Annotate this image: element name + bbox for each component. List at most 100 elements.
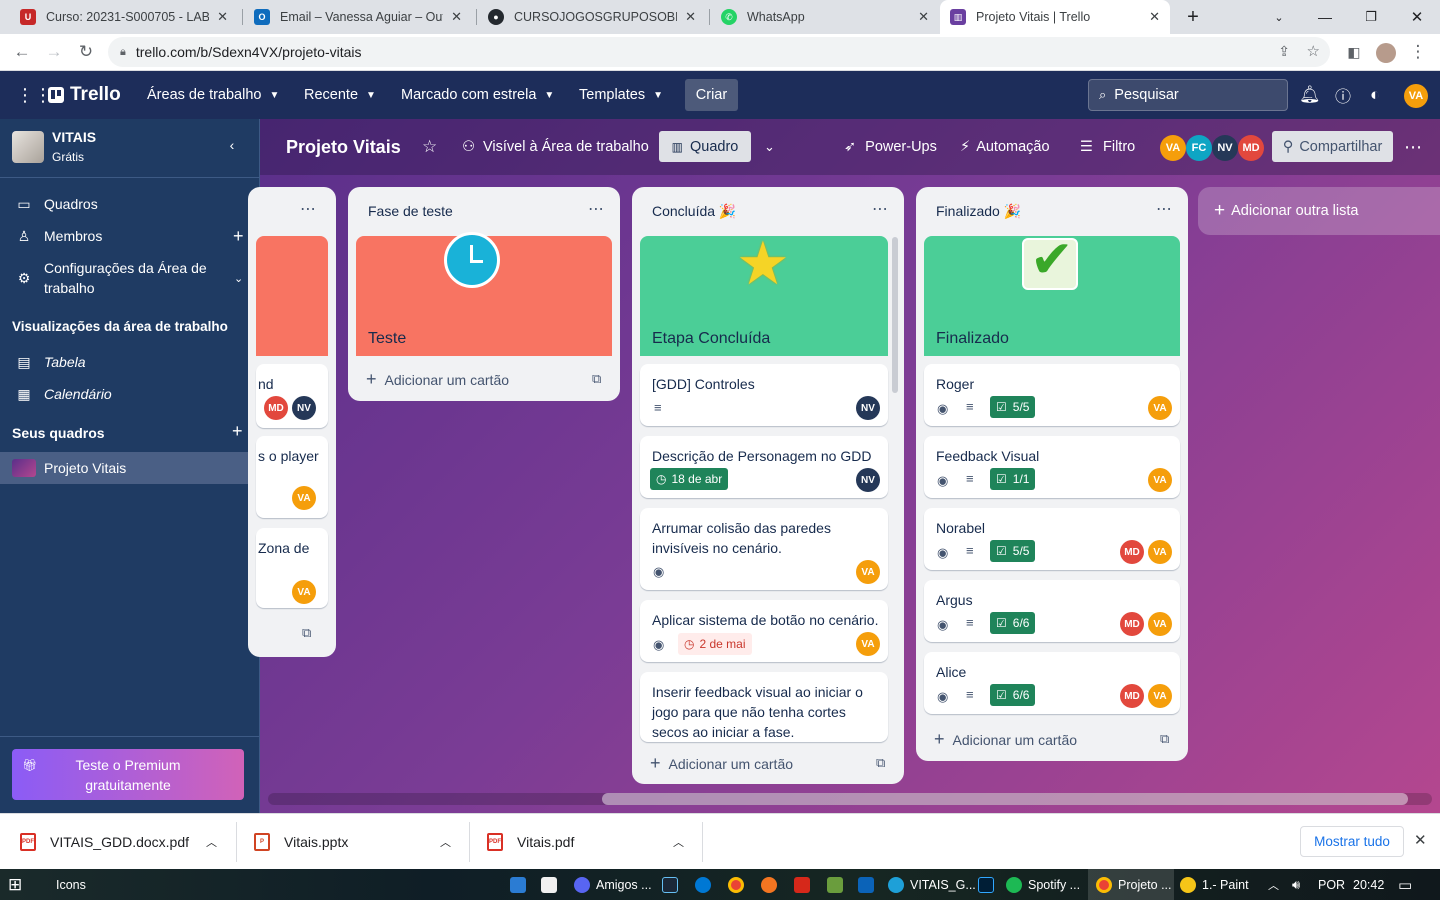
card[interactable]: Roger ◉ ≡ ☑ 5/5 VA xyxy=(924,364,1180,426)
chrome-icon[interactable] xyxy=(728,869,750,900)
close-tab-icon[interactable]: ✕ xyxy=(217,9,228,25)
board-menu-icon[interactable]: ⋯ xyxy=(1404,119,1422,175)
taskbar-app-spotify[interactable]: Spotify ... xyxy=(1006,869,1080,900)
list-menu-icon[interactable]: ⋯ xyxy=(300,199,317,219)
share-page-icon[interactable]: ⇪ xyxy=(1278,43,1290,60)
chevron-up-icon[interactable]: ︿ xyxy=(673,834,684,850)
close-downloads-icon[interactable]: ✕ xyxy=(1414,831,1427,849)
language-indicator[interactable]: POR xyxy=(1318,869,1345,900)
taskbar-app-chrome-active[interactable]: Projeto ... xyxy=(1088,869,1174,900)
card-template-icon[interactable]: ⧉ xyxy=(876,755,885,771)
clock[interactable]: 20:42 xyxy=(1353,869,1384,900)
card[interactable]: Feedback Visual ◉ ≡ ☑ 1/1 VA xyxy=(924,436,1180,498)
browser-tab-active[interactable]: ▥ Projeto Vitais | Trello ✕ xyxy=(940,0,1170,34)
board-view-button[interactable]: ▥ Quadro xyxy=(659,131,751,162)
close-tab-icon[interactable]: ✕ xyxy=(1149,9,1160,25)
theme-icon[interactable]: ◐ xyxy=(1370,71,1380,119)
tray-overflow-icon[interactable]: ︿ xyxy=(1268,869,1279,900)
card[interactable]: Descrição de Personagem no GDD ◷ 18 de ab… xyxy=(640,436,888,498)
card[interactable]: Arrumar colisão das paredes invisíveis no… xyxy=(640,508,888,590)
card-cover[interactable] xyxy=(256,236,328,356)
views-dropdown-icon[interactable]: ⌄ xyxy=(764,119,775,175)
sidebar-item-boards[interactable]: ▭ Quadros xyxy=(0,193,259,215)
visibility-button[interactable]: ⚇ Visível à Área de trabalho xyxy=(462,119,649,175)
browser-tab[interactable]: ● CURSOJOGOSGRUPOSOBREVIV ✕ xyxy=(478,0,706,34)
sidebar-item-settings[interactable]: ⚙ Configurações da Área de trabalho ⌄ xyxy=(0,257,259,299)
windows-start-icon[interactable]: ⊞ xyxy=(8,869,22,900)
card-cover-finalizado[interactable]: ✔ Finalizado xyxy=(924,232,1180,356)
close-tab-icon[interactable]: ✕ xyxy=(918,9,929,25)
mail-icon[interactable] xyxy=(510,869,532,900)
list-title[interactable]: Finalizado 🎉 xyxy=(936,203,1021,220)
card[interactable]: Aplicar sistema de botão no cenário. ◉ ◷… xyxy=(640,600,888,662)
member-avatar[interactable]: VA xyxy=(1160,135,1186,161)
window-close-icon[interactable]: ✕ xyxy=(1394,0,1440,34)
url-field[interactable]: 🔒︎ trello.com/b/Sdexn4VX/projeto-vitais … xyxy=(108,37,1330,67)
card[interactable]: nd MD NV xyxy=(256,364,328,428)
share-button[interactable]: ⚲ Compartilhar xyxy=(1272,131,1393,162)
card[interactable]: Zona de VA xyxy=(256,528,328,608)
bookmark-star-icon[interactable]: ☆ xyxy=(1307,42,1320,60)
add-card-button[interactable]: + Adicionar um cartão xyxy=(650,753,793,774)
card-cover-concluida[interactable]: ★ Etapa Concluída xyxy=(640,234,888,356)
card-cover-teste[interactable]: Teste xyxy=(356,232,612,356)
menu-recent[interactable]: Recente ▼ xyxy=(304,71,376,119)
member-avatar[interactable]: FC xyxy=(1186,135,1212,161)
desktop-icons-label[interactable]: Icons xyxy=(56,869,86,900)
browser-tab[interactable]: O Email – Vanessa Aguiar – Outlook ✕ xyxy=(244,0,472,34)
card[interactable]: s o player VA xyxy=(256,436,328,518)
list-menu-icon[interactable]: ⋯ xyxy=(1156,199,1173,219)
card-template-icon[interactable]: ⧉ xyxy=(302,625,311,641)
trello-logo[interactable]: Trello xyxy=(48,71,121,119)
menu-workspaces[interactable]: Áreas de trabalho ▼ xyxy=(147,71,279,119)
download-item[interactable]: PDF VITAIS_GDD.docx.pdf ︿ xyxy=(20,814,230,870)
sidebar-item-members[interactable]: ♙ Membros + xyxy=(0,225,259,247)
reload-icon[interactable]: ↻ xyxy=(72,38,100,66)
taskbar-app-paint[interactable]: 1.- Paint xyxy=(1180,869,1249,900)
search-input[interactable]: ⌕ Pesquisar xyxy=(1088,79,1288,111)
card[interactable]: Alice ◉ ≡ ☑ 6/6 MD VA xyxy=(924,652,1180,714)
acrobat-icon[interactable] xyxy=(794,869,816,900)
sidebar-item-calendar[interactable]: ▦ Calendário xyxy=(0,383,259,405)
onedrive-icon[interactable] xyxy=(695,869,717,900)
steam-icon[interactable] xyxy=(662,869,684,900)
list-scrollbar[interactable] xyxy=(892,237,898,393)
help-icon[interactable]: ⓘ xyxy=(1335,71,1351,119)
minecraft-icon[interactable] xyxy=(827,869,849,900)
create-button[interactable]: Criar xyxy=(685,79,738,111)
store-icon[interactable] xyxy=(541,869,563,900)
list-title[interactable]: Fase de teste xyxy=(368,203,453,219)
back-icon[interactable]: ← xyxy=(8,38,36,66)
member-avatar[interactable]: MD xyxy=(1238,135,1264,161)
sidebar-item-board-projeto-vitais[interactable]: Projeto Vitais xyxy=(0,452,259,484)
board-title[interactable]: Projeto Vitais xyxy=(286,119,401,175)
restore-icon[interactable]: ❐ xyxy=(1348,0,1394,34)
minimize-icon[interactable]: — xyxy=(1302,0,1348,34)
browser-tab[interactable]: U Curso: 20231-S000705 - LABOR ✕ xyxy=(10,0,238,34)
close-tab-icon[interactable]: ✕ xyxy=(451,9,462,25)
chevron-down-icon[interactable]: ⌄ xyxy=(234,272,243,285)
download-item[interactable]: PDF Vitais.pdf ︿ xyxy=(487,814,697,870)
add-member-icon[interactable]: + xyxy=(233,226,244,247)
list-menu-icon[interactable]: ⋯ xyxy=(872,199,889,219)
forward-icon[interactable]: → xyxy=(40,38,68,66)
user-avatar[interactable]: VA xyxy=(1404,84,1428,108)
add-card-button[interactable]: + Adicionar um cartão xyxy=(366,369,509,390)
member-avatar[interactable]: NV xyxy=(1212,135,1238,161)
tab-search-icon[interactable]: ⌄ xyxy=(1256,0,1302,34)
photoshop-icon[interactable] xyxy=(978,869,1000,900)
menu-templates[interactable]: Templates ▼ xyxy=(579,71,663,119)
add-list-button[interactable]: + Adicionar outra lista xyxy=(1198,187,1440,235)
board-scrollbar-thumb[interactable] xyxy=(602,793,1408,805)
card-template-icon[interactable]: ⧉ xyxy=(1160,731,1169,747)
automation-button[interactable]: ⚡︎ Automação xyxy=(960,119,1050,175)
new-tab-button[interactable]: + xyxy=(1170,0,1216,34)
browser-tab[interactable]: ✆ WhatsApp ✕ xyxy=(711,0,939,34)
notification-center-icon[interactable]: ▭ xyxy=(1398,869,1412,900)
card[interactable]: [GDD] Controles ≡ NV xyxy=(640,364,888,426)
premium-trial-button[interactable]: 🎁︎ Teste o Premium gratuitamente xyxy=(12,749,244,800)
collapse-sidebar-icon[interactable]: ‹ xyxy=(224,137,240,153)
volume-icon[interactable]: 🔊︎ xyxy=(1292,869,1300,900)
crunchyroll-icon[interactable] xyxy=(761,869,783,900)
add-card-button[interactable]: + Adicionar um cartão xyxy=(934,729,1077,750)
